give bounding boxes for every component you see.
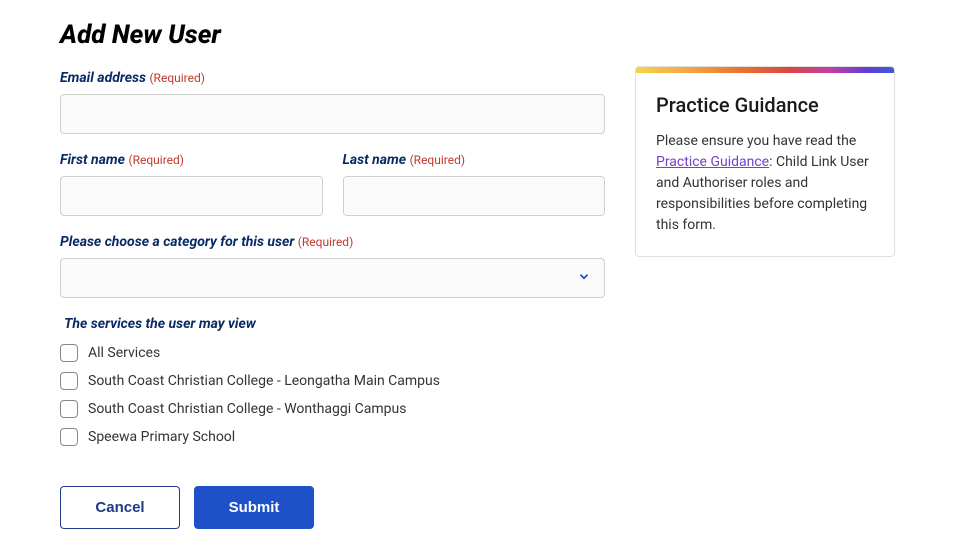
first-name-label: First name (Required) — [60, 152, 323, 168]
category-select[interactable] — [60, 258, 605, 298]
form-column: Email address (Required) First name (Req… — [60, 70, 605, 529]
last-name-field[interactable] — [343, 176, 606, 216]
checkbox-all-services[interactable] — [60, 344, 78, 362]
first-name-field[interactable] — [60, 176, 323, 216]
required-tag: (Required) — [410, 153, 465, 167]
checkbox-label: South Coast Christian College - Leongath… — [88, 373, 440, 389]
page-title: Add New User — [60, 20, 908, 50]
checkbox-label: Speewa Primary School — [88, 429, 235, 445]
guidance-text: Please ensure you have read the Practice… — [656, 131, 874, 236]
checkbox-service-3[interactable] — [60, 428, 78, 446]
email-field[interactable] — [60, 94, 605, 134]
category-label: Please choose a category for this user (… — [60, 234, 605, 250]
checkbox-label: South Coast Christian College - Wonthagg… — [88, 401, 406, 417]
checkbox-label: All Services — [88, 345, 160, 361]
email-label: Email address (Required) — [60, 70, 605, 86]
guidance-title: Practice Guidance — [656, 93, 874, 117]
checkbox-service-2[interactable] — [60, 400, 78, 418]
required-tag: (Required) — [128, 153, 183, 167]
services-title: The services the user may view — [60, 316, 605, 332]
submit-button[interactable]: Submit — [194, 486, 314, 529]
checkbox-service-1[interactable] — [60, 372, 78, 390]
practice-guidance-link[interactable]: Practice Guidance — [656, 154, 769, 170]
cancel-button[interactable]: Cancel — [60, 486, 180, 529]
guidance-panel: Practice Guidance Please ensure you have… — [635, 66, 895, 257]
last-name-label: Last name (Required) — [343, 152, 606, 168]
required-tag: (Required) — [149, 71, 204, 85]
required-tag: (Required) — [298, 235, 353, 249]
